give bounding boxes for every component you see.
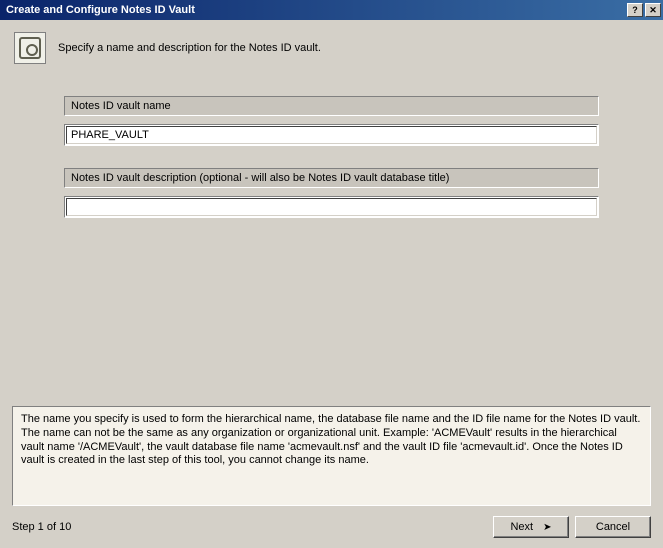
vault-desc-input-wrap xyxy=(64,196,599,218)
titlebar: Create and Configure Notes ID Vault ? ✕ xyxy=(0,0,663,20)
next-button-label: Next xyxy=(510,521,533,533)
close-button[interactable]: ✕ xyxy=(645,3,661,17)
next-arrow-icon: ➤ xyxy=(543,522,551,533)
vault-desc-label: Notes ID vault description (optional - w… xyxy=(64,168,599,188)
vault-desc-input[interactable] xyxy=(66,198,597,216)
instruction-text: Specify a name and description for the N… xyxy=(58,42,321,54)
titlebar-buttons: ? ✕ xyxy=(627,3,661,17)
vault-name-block: Notes ID vault name xyxy=(64,96,599,146)
window-title: Create and Configure Notes ID Vault xyxy=(6,4,627,16)
help-button[interactable]: ? xyxy=(627,3,643,17)
next-button[interactable]: Next ➤ xyxy=(493,516,569,538)
cancel-button[interactable]: Cancel xyxy=(575,516,651,538)
vault-name-label: Notes ID vault name xyxy=(64,96,599,116)
vault-name-input[interactable] xyxy=(66,126,597,144)
info-box: The name you specify is used to form the… xyxy=(12,406,651,506)
step-indicator: Step 1 of 10 xyxy=(12,521,71,533)
info-text: The name you specify is used to form the… xyxy=(21,413,640,466)
vault-desc-block: Notes ID vault description (optional - w… xyxy=(64,168,599,218)
footer: Step 1 of 10 Next ➤ Cancel xyxy=(12,516,651,538)
cancel-button-label: Cancel xyxy=(596,521,630,533)
vault-icon xyxy=(14,32,46,64)
header-row: Specify a name and description for the N… xyxy=(8,28,655,68)
vault-name-input-wrap xyxy=(64,124,599,146)
dialog-body: Specify a name and description for the N… xyxy=(0,20,663,548)
